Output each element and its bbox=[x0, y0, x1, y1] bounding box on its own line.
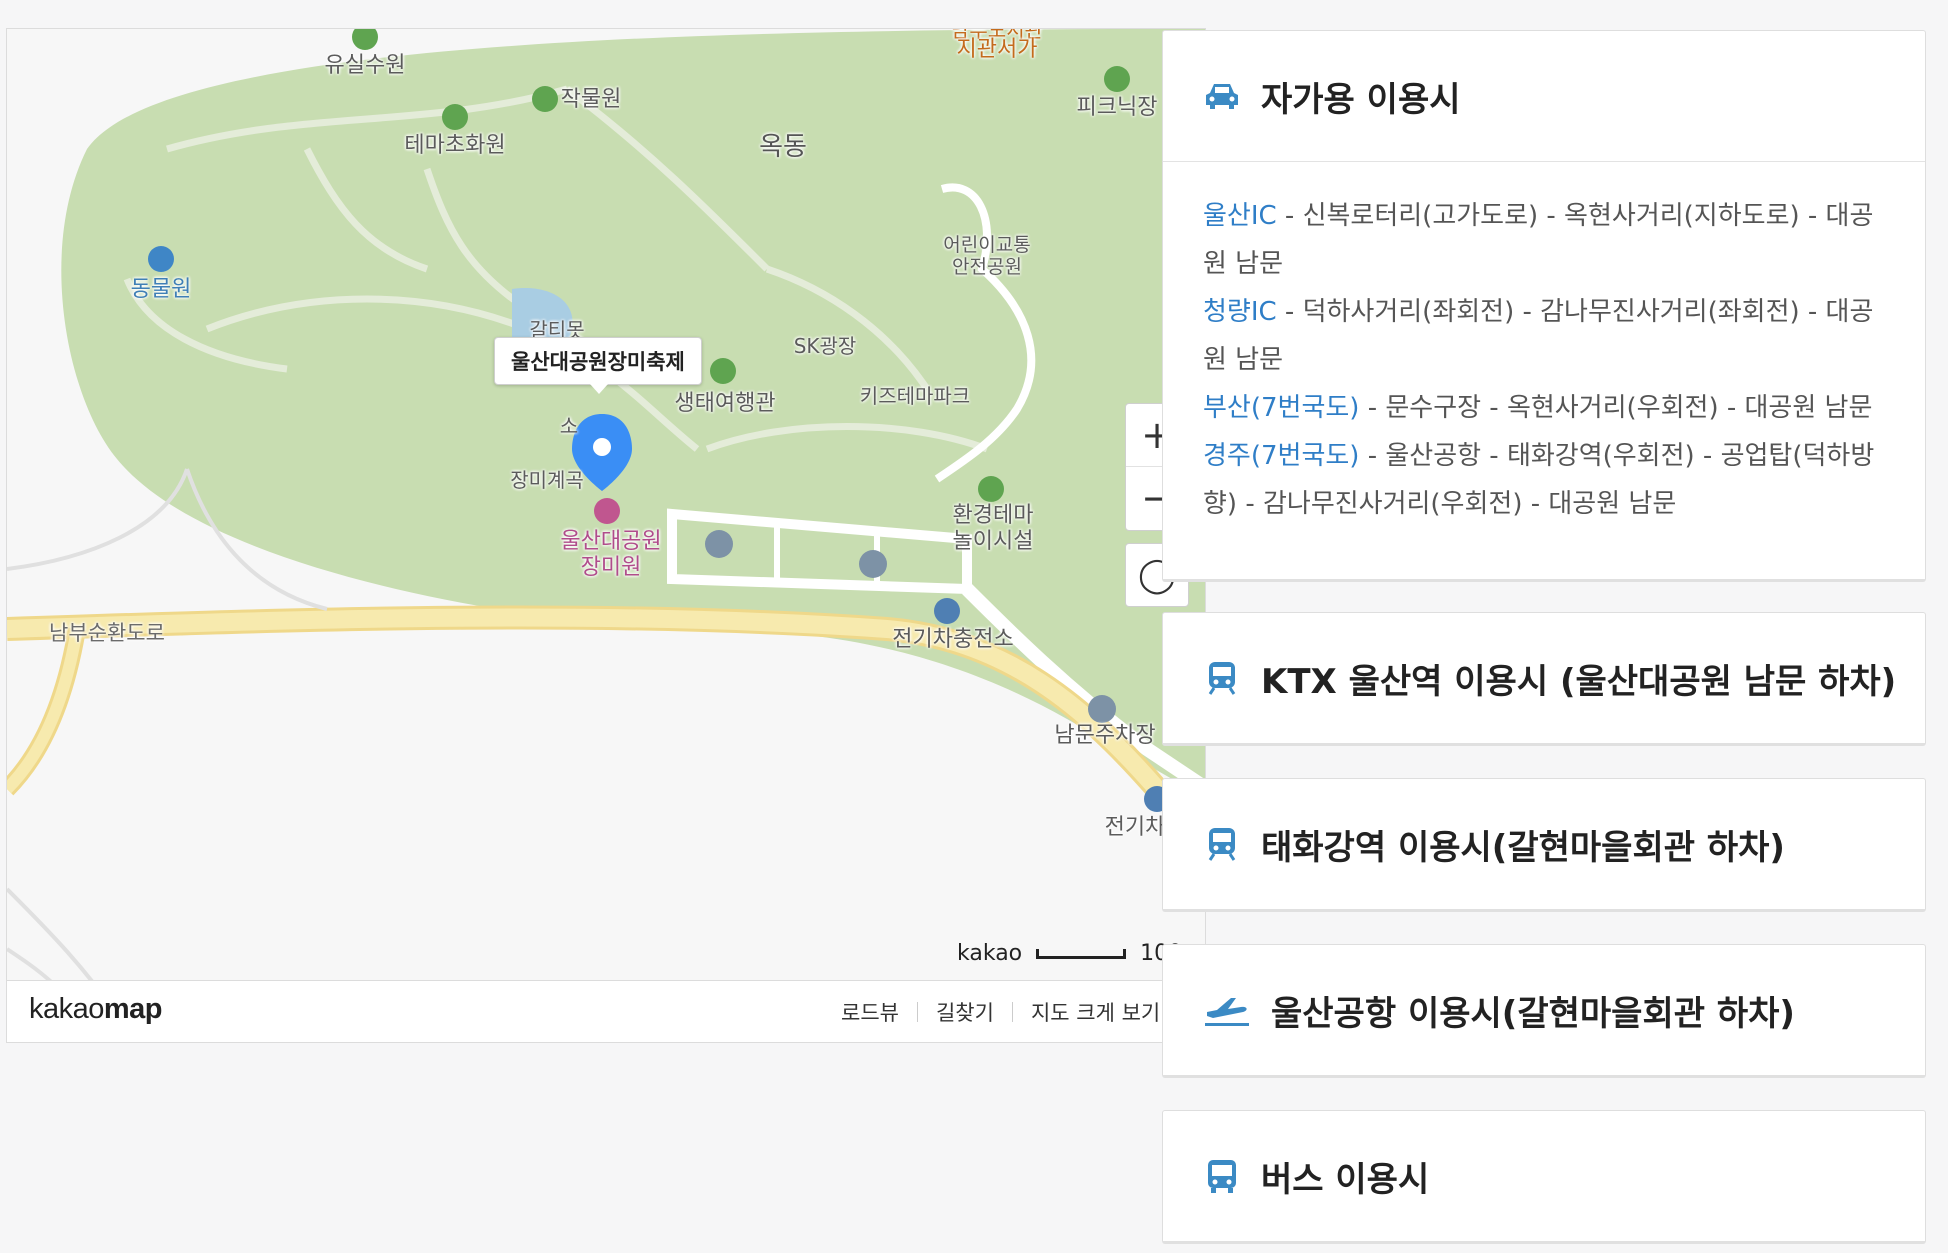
label-picnic: 피크닉장 bbox=[1076, 95, 1158, 120]
scale-bar bbox=[1036, 948, 1127, 959]
ktx-route-card[interactable]: KTX 울산역 이용시 (울산대공원 남문 하차) bbox=[1162, 612, 1926, 746]
bus-route-card[interactable]: 버스 이용시 bbox=[1162, 1110, 1926, 1244]
label-rose-valley: 장미계곡 bbox=[510, 468, 584, 492]
airplane-icon bbox=[1203, 991, 1251, 1029]
bus-icon bbox=[1203, 1157, 1241, 1195]
map-scale: kakao 100 bbox=[957, 941, 1182, 966]
airport-route-title: 울산공항 이용시(갈현마을회관 하차) bbox=[1271, 993, 1795, 1034]
label-ring-road: 남부순환도로 bbox=[49, 621, 165, 645]
route-item: 경주(7번국도) - 울산공항 - 태화강역(우회전) - 공업탑(덕하방향) … bbox=[1203, 441, 1875, 519]
label-jakmul: 작물원 bbox=[560, 87, 622, 112]
taehwagang-route-header[interactable]: 태화강역 이용시(갈현마을회관 하차) bbox=[1163, 779, 1925, 909]
marker-callout[interactable]: 울산대공원장미축제 bbox=[494, 337, 702, 394]
label-thema-flower: 테마초화원 bbox=[404, 133, 506, 158]
divider bbox=[1011, 1002, 1013, 1022]
label-okdong: 옥동 bbox=[759, 132, 807, 162]
car-route-list: 울산IC - 신복로터리(고가도로) - 옥현사거리(지하도로) - 대공원 남… bbox=[1163, 162, 1925, 528]
label-yusil: 유실수원 bbox=[324, 53, 406, 78]
label-sk-plaza: SK광장 bbox=[793, 334, 857, 358]
taehwagang-route-card[interactable]: 태화강역 이용시(갈현마을회관 하차) bbox=[1162, 778, 1926, 912]
airport-route-card[interactable]: 울산공항 이용시(갈현마을회관 하차) bbox=[1162, 944, 1926, 1078]
map-footer: kakaomap 로드뷰 길찾기 지도 크게 보기 bbox=[7, 980, 1205, 1042]
taehwagang-route-title: 태화강역 이용시(갈현마을회관 하차) bbox=[1261, 827, 1785, 868]
directions-link[interactable]: 길찾기 bbox=[936, 997, 994, 1027]
label-library: 지관서가 bbox=[956, 37, 1038, 62]
roadview-link[interactable]: 로드뷰 bbox=[841, 997, 899, 1027]
bus-route-header[interactable]: 버스 이용시 bbox=[1163, 1111, 1925, 1241]
airport-route-header[interactable]: 울산공항 이용시(갈현마을회관 하차) bbox=[1163, 945, 1925, 1075]
map-view[interactable]: 유실수원 작물원 테마초화원 옥동 남부도서관 지관서가 피크닉장 동물원 어린… bbox=[6, 28, 1206, 1043]
label-traffic-park-1: 어린이교통 bbox=[943, 234, 1031, 256]
car-route-card: 자가용 이용시 울산IC - 신복로터리(고가도로) - 옥현사거리(지하도로)… bbox=[1162, 30, 1926, 582]
scale-brand: kakao bbox=[957, 941, 1023, 966]
car-icon bbox=[1203, 77, 1241, 115]
ktx-route-title: KTX 울산역 이용시 (울산대공원 남문 하차) bbox=[1261, 661, 1897, 702]
label-ev-station-2: 전기차 bbox=[1104, 815, 1166, 840]
label-env-play-1: 환경테마 bbox=[952, 503, 1034, 528]
bigger-map-link[interactable]: 지도 크게 보기 bbox=[1031, 997, 1160, 1027]
car-route-title: 자가용 이용시 bbox=[1261, 79, 1461, 120]
label-south-gate-parking: 남문주차장 bbox=[1054, 723, 1156, 748]
route-item: 울산IC - 신복로터리(고가도로) - 옥현사거리(지하도로) - 대공원 남… bbox=[1203, 201, 1874, 279]
bus-route-title: 버스 이용시 bbox=[1261, 1159, 1430, 1200]
label-rose-garden-2: 장미원 bbox=[580, 555, 642, 580]
label-kids-park: 키즈테마파크 bbox=[859, 384, 971, 408]
label-traffic-park-2: 안전공원 bbox=[952, 256, 1022, 278]
label-zoo: 동물원 bbox=[130, 277, 192, 302]
route-item: 청량IC - 덕하사거리(좌회전) - 감나무진사거리(좌회전) - 대공원 남… bbox=[1203, 297, 1874, 375]
label-eco-hall: 생태여행관 bbox=[674, 391, 776, 416]
car-route-header[interactable]: 자가용 이용시 bbox=[1163, 31, 1925, 162]
route-item: 부산(7번국도) - 문수구장 - 옥현사거리(우회전) - 대공원 남문 bbox=[1203, 393, 1873, 423]
ktx-route-header[interactable]: KTX 울산역 이용시 (울산대공원 남문 하차) bbox=[1163, 613, 1925, 743]
label-ev-station-1: 전기차충전소 bbox=[892, 627, 1014, 652]
label-env-play-2: 놀이시설 bbox=[952, 529, 1034, 554]
kakaomap-logo[interactable]: kakaomap bbox=[29, 993, 163, 1026]
train-icon bbox=[1203, 659, 1241, 697]
footer-links: 로드뷰 길찾기 지도 크게 보기 bbox=[841, 997, 1160, 1027]
label-partial-so: 소 bbox=[559, 414, 579, 438]
divider bbox=[916, 1002, 918, 1022]
train-icon bbox=[1203, 825, 1241, 863]
label-rose-garden-1: 울산대공원 bbox=[560, 529, 662, 554]
